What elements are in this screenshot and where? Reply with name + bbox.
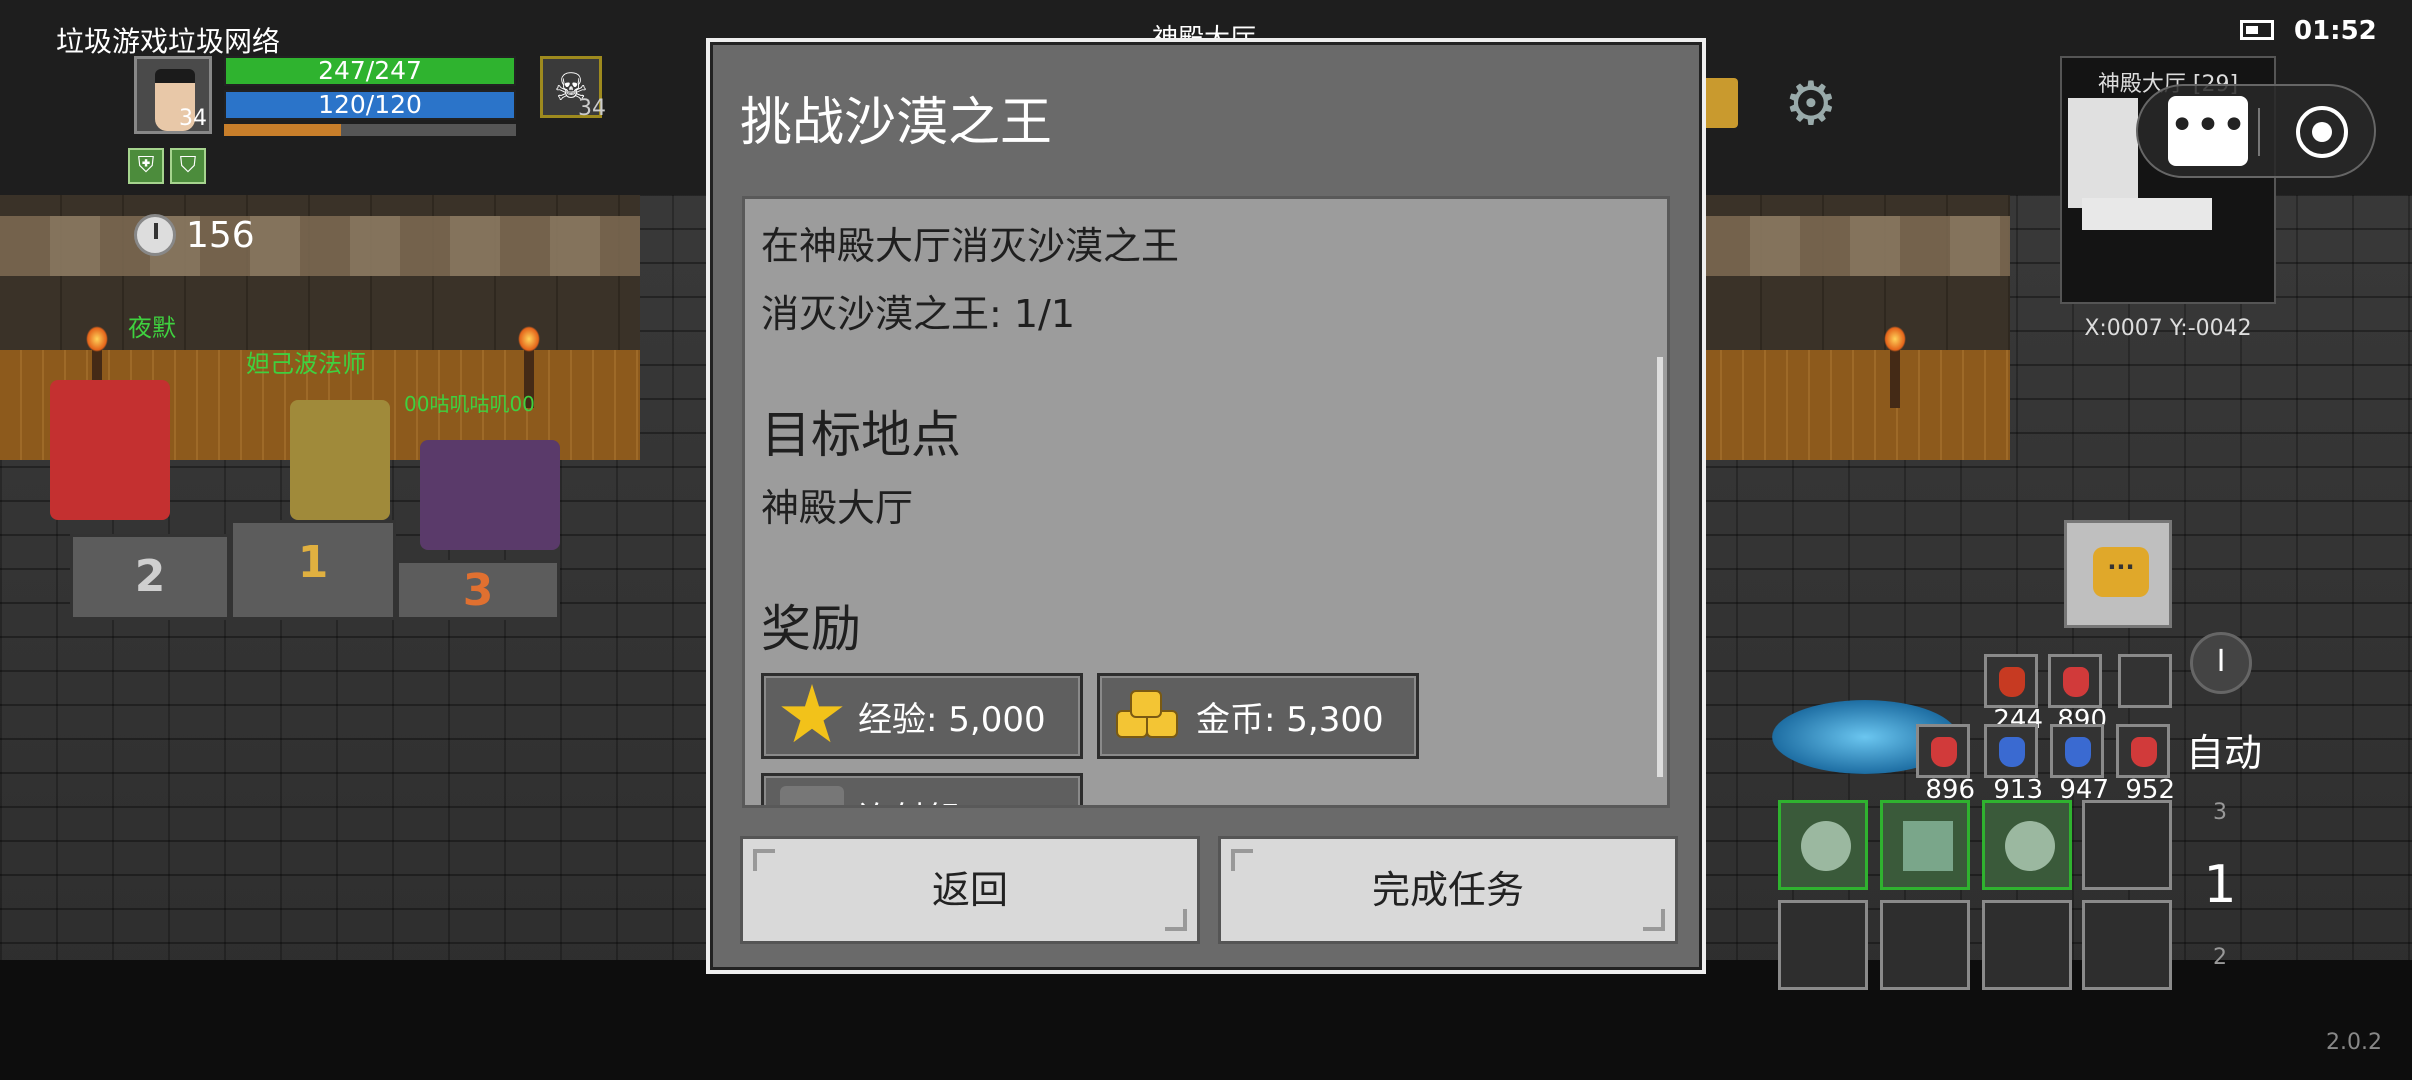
quickslot-potion[interactable]: 896 bbox=[1916, 724, 1975, 805]
npc-name: 00咕叽咕叽00 bbox=[404, 392, 535, 416]
skill-page-selector: 3 1 2 bbox=[2196, 800, 2244, 970]
reward-heading: 奖励 bbox=[761, 600, 861, 658]
podium-first: 1 bbox=[230, 520, 396, 620]
page-up-button[interactable]: 3 bbox=[2196, 800, 2244, 825]
quickslot-potion[interactable]: 952 bbox=[2116, 724, 2175, 805]
reward-gold-label: 金币: 5,300 bbox=[1196, 699, 1384, 740]
gold-coins-icon bbox=[1116, 690, 1182, 742]
skill-slot-shield[interactable] bbox=[1778, 800, 1868, 890]
version-label: 2.0.2 bbox=[2326, 1030, 2382, 1055]
clock-icon bbox=[134, 214, 176, 256]
capsule-divider bbox=[2258, 108, 2260, 156]
quest-progress: 消灭沙漠之王: 1/1 bbox=[761, 292, 1076, 336]
current-page: 1 bbox=[2203, 855, 2237, 915]
red-potion-icon bbox=[2063, 667, 2089, 697]
player-character-dragon-boat[interactable] bbox=[420, 440, 560, 550]
red-potion-icon bbox=[1931, 737, 1957, 767]
player-character-red-dragon[interactable] bbox=[50, 380, 170, 520]
skill-slot-empty[interactable] bbox=[2082, 900, 2172, 990]
frieze-left bbox=[0, 216, 640, 276]
auto-button[interactable]: 自动 bbox=[2186, 722, 2262, 777]
shield-skill-icon bbox=[1801, 821, 1851, 871]
buff-list: ⛨ ⛉ bbox=[128, 148, 206, 184]
event-timer: 156 bbox=[134, 214, 255, 256]
reward-exp[interactable]: 经验: 5,000 bbox=[761, 673, 1083, 759]
quickslot-potion[interactable]: 947 bbox=[2050, 724, 2109, 805]
skill-slot-empty[interactable] bbox=[2082, 800, 2172, 890]
torch bbox=[1884, 326, 1906, 408]
status-time: 01:52 bbox=[2294, 16, 2377, 46]
quest-content-panel[interactable]: 在神殿大厅消灭沙漠之王 消灭沙漠之王: 1/1 目标地点 神殿大厅 奖励 经验:… bbox=[742, 196, 1670, 808]
quest-description: 在神殿大厅消灭沙漠之王 bbox=[761, 224, 1180, 268]
blue-potion-icon bbox=[1999, 737, 2025, 767]
quickslot-potion[interactable]: 890 bbox=[2048, 654, 2107, 735]
quickslot-potion[interactable]: 913 bbox=[1984, 724, 2043, 805]
reward-item-label: 连射弩 bbox=[858, 792, 960, 806]
podium-second: 2 bbox=[70, 534, 230, 620]
red-potion-icon bbox=[2131, 737, 2157, 767]
player-level: 34 bbox=[179, 106, 207, 131]
timer-value: 156 bbox=[186, 214, 255, 256]
chat-button[interactable]: ··· bbox=[2064, 520, 2172, 628]
skill-slot-empty[interactable] bbox=[1880, 900, 1970, 990]
tornado-skill-icon bbox=[1903, 821, 1953, 871]
reward-exp-label: 经验: 5,000 bbox=[858, 699, 1046, 740]
buff-shield-icon: ⛨ bbox=[128, 148, 164, 184]
quickslot-empty[interactable] bbox=[2118, 654, 2172, 708]
player-avatar[interactable]: 34 bbox=[134, 56, 212, 134]
target-location: 神殿大厅 bbox=[761, 486, 914, 530]
skill-slot-tornado[interactable] bbox=[1880, 800, 1970, 890]
app-title: 垃圾游戏垃圾网络 bbox=[56, 25, 281, 58]
content-scrollbar[interactable] bbox=[1657, 357, 1663, 777]
skill-slot-empty[interactable] bbox=[1778, 900, 1868, 990]
skill-slot-empty[interactable] bbox=[1982, 900, 2072, 990]
system-capsule: ••• bbox=[2136, 84, 2376, 178]
battery-icon bbox=[2240, 20, 2274, 40]
buff-armor-icon: ⛉ bbox=[170, 148, 206, 184]
npc-name: 妲己波法师 bbox=[246, 350, 366, 378]
quest-title: 挑战沙漠之王 bbox=[740, 93, 1053, 153]
hp-bar: 247/247 bbox=[224, 56, 516, 86]
gold-band-right bbox=[1700, 350, 2010, 460]
page-down-button[interactable]: 2 bbox=[2196, 945, 2244, 970]
skill-slot-orb[interactable] bbox=[1982, 800, 2072, 890]
coordinates: X:0007 Y:-0042 bbox=[2084, 316, 2252, 341]
gear-icon[interactable]: ⚙ bbox=[1784, 74, 1838, 134]
npc-name: 夜默 bbox=[128, 314, 176, 342]
blue-potion-icon bbox=[2065, 737, 2091, 767]
experience-fill bbox=[224, 124, 341, 136]
orb-skill-icon bbox=[2005, 821, 2055, 871]
minimap-room bbox=[2082, 198, 2212, 230]
more-icon[interactable]: ••• bbox=[2168, 96, 2248, 166]
meat-icon bbox=[1999, 667, 2025, 697]
quickslot-meat[interactable]: 244 bbox=[1984, 654, 2043, 735]
minimap-room bbox=[2068, 98, 2138, 208]
back-button[interactable]: 返回 bbox=[740, 836, 1200, 944]
podium-third: 3 bbox=[396, 560, 560, 620]
reward-gold[interactable]: 金币: 5,300 bbox=[1097, 673, 1419, 759]
star-icon bbox=[781, 684, 843, 743]
target-level: 34 bbox=[578, 96, 606, 121]
chat-bubble-icon: ··· bbox=[2093, 547, 2149, 597]
crossbow-icon bbox=[780, 786, 844, 805]
quest-dialog: 挑战沙漠之王 在神殿大厅消灭沙漠之王 消灭沙漠之王: 1/1 目标地点 神殿大厅… bbox=[706, 38, 1706, 974]
mode-toggle-button[interactable]: I bbox=[2190, 632, 2252, 694]
reward-item[interactable]: 连射弩 bbox=[761, 773, 1083, 806]
record-icon[interactable] bbox=[2296, 106, 2348, 158]
target-location-heading: 目标地点 bbox=[761, 406, 961, 464]
experience-bar bbox=[224, 124, 516, 136]
mp-bar: 120/120 bbox=[224, 90, 516, 120]
player-character-gold[interactable] bbox=[290, 400, 390, 520]
complete-quest-button[interactable]: 完成任务 bbox=[1218, 836, 1678, 944]
frieze-right bbox=[1700, 216, 2010, 276]
